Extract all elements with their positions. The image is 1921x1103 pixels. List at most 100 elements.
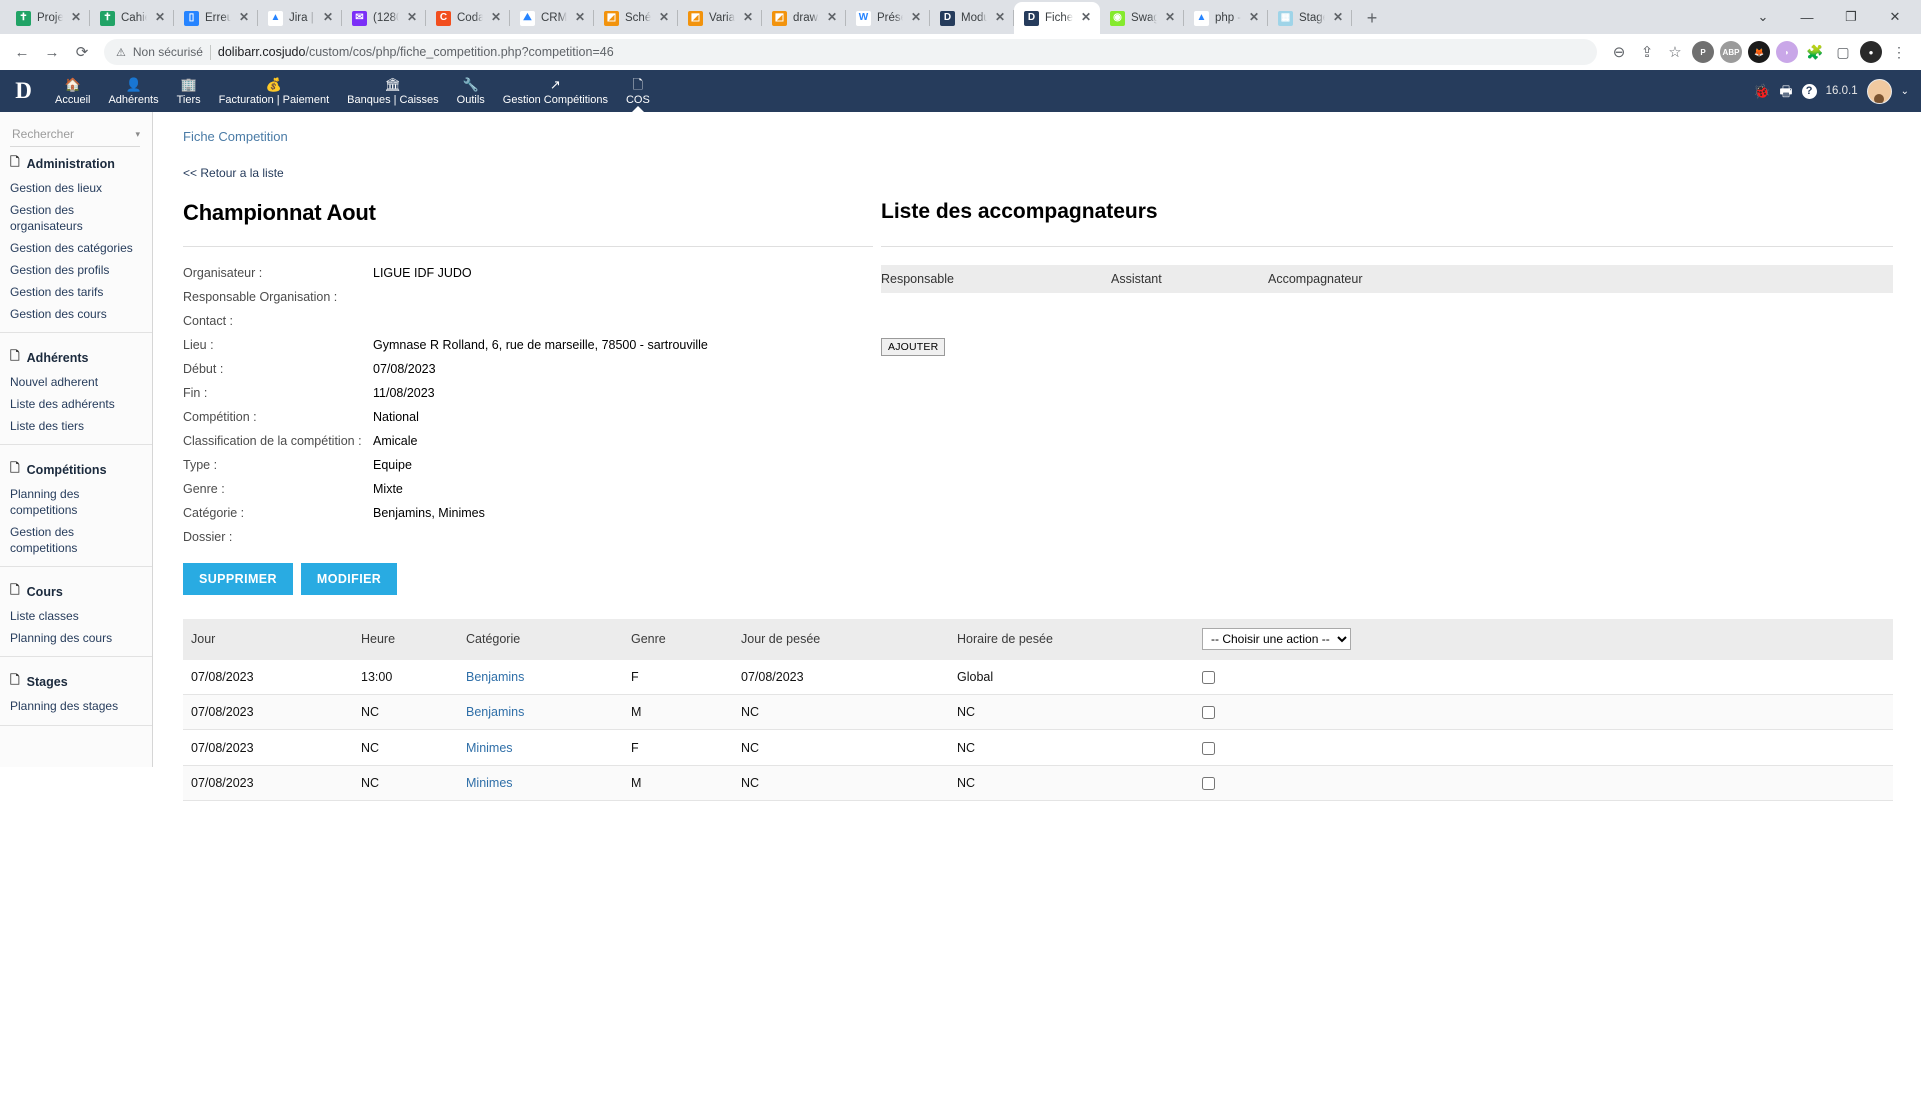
browser-tab[interactable]: ▲ Jira | Lo ✕	[258, 2, 342, 34]
tab-close-icon[interactable]: ✕	[1079, 11, 1093, 25]
row-checkbox[interactable]	[1202, 776, 1215, 790]
window-minimize-button[interactable]: —	[1785, 1, 1829, 33]
bookmark-star-icon[interactable]: ☆	[1661, 38, 1689, 66]
new-tab-button[interactable]: +	[1358, 4, 1386, 32]
action-select[interactable]: -- Choisir une action --	[1202, 628, 1351, 650]
browser-tab[interactable]: ▲ php - G ✕	[1184, 2, 1268, 34]
search-box[interactable]: ▾	[10, 126, 140, 147]
tab-close-icon[interactable]: ✕	[573, 11, 587, 25]
color-extension-icon[interactable]: ◗	[1776, 41, 1798, 63]
browser-tab[interactable]: ✝ Cahier ✕	[90, 2, 174, 34]
cell-categorie[interactable]: Minimes	[466, 765, 631, 801]
tab-close-icon[interactable]: ✕	[993, 11, 1007, 25]
cell-categorie[interactable]: Benjamins	[466, 694, 631, 731]
browser-tab[interactable]: D Fiche C ✕	[1014, 2, 1100, 34]
reload-icon[interactable]: ⟳	[68, 38, 96, 66]
metamask-extension-icon[interactable]: 🦊	[1748, 41, 1770, 63]
sidebar-item-gestion-des-cat-gories[interactable]: Gestion des catégories	[0, 237, 152, 259]
pocket-extension-icon[interactable]: P	[1692, 41, 1714, 63]
browser-tab[interactable]: ⛰ CRM CO ✕	[510, 2, 594, 34]
sidebar-item-liste-des-adh-rents[interactable]: Liste des adhérents	[0, 393, 152, 415]
bug-icon[interactable]: 🐞	[1753, 84, 1770, 98]
browser-tab[interactable]: ▯ Erreur| ✕	[174, 2, 258, 34]
categorie-link[interactable]: Minimes	[466, 776, 513, 790]
window-close-button[interactable]: ✕	[1873, 1, 1917, 33]
nav-item-adh-rents[interactable]: 👤 Adhérents	[99, 70, 167, 112]
search-input[interactable]	[10, 126, 132, 142]
cell-categorie[interactable]: Benjamins	[466, 658, 631, 696]
nav-item-tiers[interactable]: 🏢 Tiers	[168, 70, 210, 112]
tab-close-icon[interactable]: ✕	[153, 11, 167, 25]
address-bar[interactable]: ⚠ Non sécurisé dolibarr.cosjudo/custom/c…	[104, 39, 1597, 65]
browser-tab[interactable]: D Module ✕	[930, 2, 1014, 34]
tab-close-icon[interactable]: ✕	[405, 11, 419, 25]
forward-icon[interactable]: →	[38, 38, 66, 66]
categorie-link[interactable]: Benjamins	[466, 670, 524, 684]
sidepanel-icon[interactable]: ▢	[1829, 38, 1857, 66]
browser-tab[interactable]: ◩ draw.io ✕	[762, 2, 846, 34]
tab-close-icon[interactable]: ✕	[1331, 11, 1345, 25]
back-to-list-link[interactable]: << Retour a la liste	[183, 166, 284, 180]
browser-tab[interactable]: ▦ Stages ✕	[1268, 2, 1352, 34]
tab-close-icon[interactable]: ✕	[321, 11, 335, 25]
row-checkbox[interactable]	[1202, 671, 1215, 685]
tab-close-icon[interactable]: ✕	[825, 11, 839, 25]
sidebar-item-liste-classes[interactable]: Liste classes	[0, 605, 152, 627]
profile-avatar-icon[interactable]: ●	[1860, 41, 1882, 63]
breadcrumb[interactable]: Fiche Competition	[153, 112, 1921, 144]
browser-tab[interactable]: ✉ (1280 n ✕	[342, 2, 426, 34]
sidebar-item-gestion-des-competitions[interactable]: Gestion des competitions	[0, 521, 152, 559]
tab-close-icon[interactable]: ✕	[69, 11, 83, 25]
sidebar-item-planning-des-competitions[interactable]: Planning des competitions	[0, 483, 152, 521]
browser-tab[interactable]: ✝ Project ✕	[6, 2, 90, 34]
browser-tab[interactable]: ◩ Variable ✕	[678, 2, 762, 34]
help-icon[interactable]: ?	[1801, 83, 1817, 99]
print-icon[interactable]: 🖶	[1779, 84, 1792, 98]
categorie-link[interactable]: Minimes	[466, 741, 513, 755]
sidebar-item-gestion-des-cours[interactable]: Gestion des cours	[0, 303, 152, 325]
browser-tab[interactable]: ◩ Schéma ✕	[594, 2, 678, 34]
sidebar-item-gestion-des-lieux[interactable]: Gestion des lieux	[0, 177, 152, 199]
categorie-link[interactable]: Benjamins	[466, 705, 524, 719]
tab-close-icon[interactable]: ✕	[657, 11, 671, 25]
sidebar-item-gestion-des-profils[interactable]: Gestion des profils	[0, 259, 152, 281]
sidebar-item-planning-des-cours[interactable]: Planning des cours	[0, 627, 152, 649]
nav-item-banques-caisses[interactable]: 🏛 Banques | Caisses	[338, 70, 448, 112]
back-icon[interactable]: ←	[8, 38, 36, 66]
tab-close-icon[interactable]: ✕	[1247, 11, 1261, 25]
browser-tab[interactable]: W Présent ✕	[846, 2, 930, 34]
delete-button[interactable]: SUPPRIMER	[183, 563, 293, 595]
puzzle-extensions-icon[interactable]: 🧩	[1801, 38, 1829, 66]
sidebar-item-gestion-des-organisateurs[interactable]: Gestion des organisateurs	[0, 199, 152, 237]
tab-close-icon[interactable]: ✕	[1163, 11, 1177, 25]
chrome-menu-icon[interactable]: ⋮	[1885, 38, 1913, 66]
tab-close-icon[interactable]: ✕	[741, 11, 755, 25]
nav-item-outils[interactable]: 🔧 Outils	[448, 70, 494, 112]
row-checkbox[interactable]	[1202, 706, 1215, 720]
chevron-down-icon[interactable]: ▾	[131, 129, 140, 140]
sidebar-item-nouvel-adherent[interactable]: Nouvel adherent	[0, 371, 152, 393]
nav-item-facturation-paiement[interactable]: 💰 Facturation | Paiement	[210, 70, 338, 112]
nav-item-gestion-comp-titions[interactable]: ↗ Gestion Compétitions	[494, 70, 617, 112]
row-checkbox[interactable]	[1202, 741, 1215, 755]
window-maximize-button[interactable]: ❐	[1829, 1, 1873, 33]
tab-close-icon[interactable]: ✕	[489, 11, 503, 25]
tab-close-icon[interactable]: ✕	[237, 11, 251, 25]
edit-button[interactable]: MODIFIER	[300, 563, 398, 595]
browser-tab[interactable]: C Coda | ✕	[426, 2, 510, 34]
dolibarr-logo[interactable]: D	[0, 70, 46, 112]
tab-close-icon[interactable]: ✕	[909, 11, 923, 25]
nav-item-cos[interactable]: 🗋 COS	[617, 70, 659, 112]
avatar[interactable]	[1866, 78, 1892, 104]
sidebar-item-planning-des-stages[interactable]: Planning des stages	[0, 695, 152, 717]
sidebar-item-liste-des-tiers[interactable]: Liste des tiers	[0, 415, 152, 437]
browser-tab[interactable]: ◉ Swagge ✕	[1100, 2, 1184, 34]
chevron-down-icon[interactable]: ⌄	[1901, 86, 1909, 97]
nav-item-accueil[interactable]: 🏠 Accueil	[46, 70, 99, 112]
cell-categorie[interactable]: Minimes	[466, 729, 631, 766]
sidebar-item-gestion-des-tarifs[interactable]: Gestion des tarifs	[0, 281, 152, 303]
zoom-out-icon[interactable]: ⊖	[1605, 38, 1633, 66]
tab-search-chevron-icon[interactable]: ⌄	[1741, 1, 1785, 33]
add-accompagnateur-button[interactable]: AJOUTER	[881, 338, 946, 356]
adblock-extension-icon[interactable]: ABP	[1720, 41, 1742, 63]
